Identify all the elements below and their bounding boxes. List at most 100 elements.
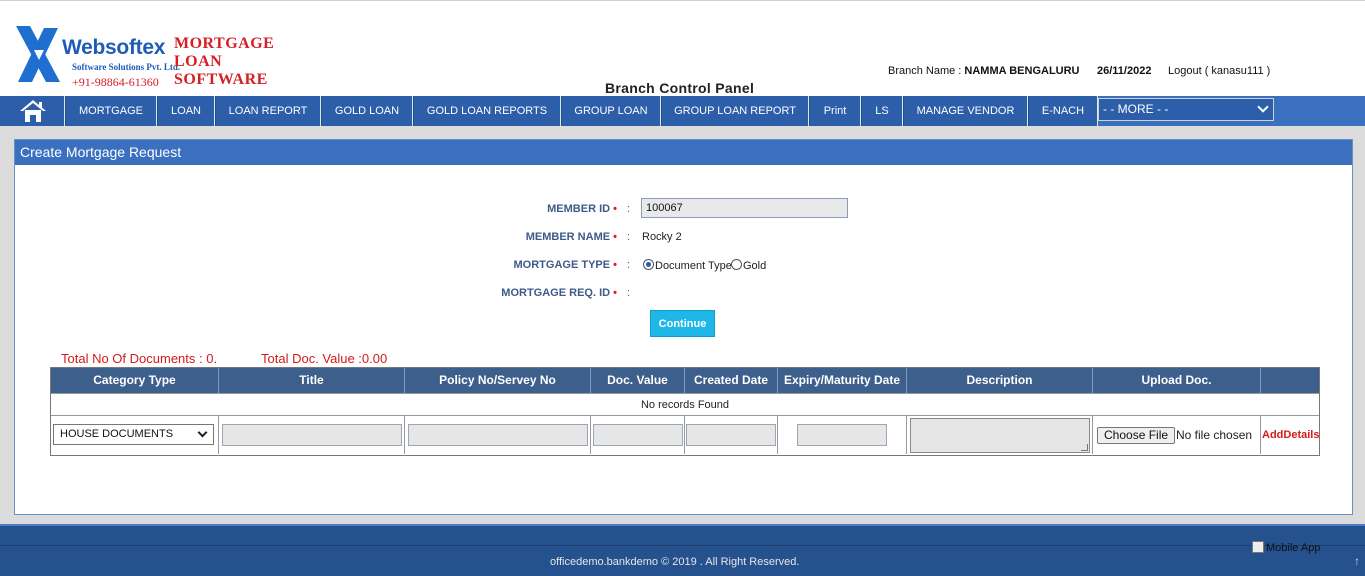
current-date: 26/11/2022	[1097, 65, 1152, 77]
title-input[interactable]	[222, 424, 402, 446]
scroll-top-arrow-icon[interactable]: ↑	[1354, 554, 1365, 568]
logout-link[interactable]: Logout ( kanasu111 )	[1168, 65, 1270, 77]
expiry-date-input[interactable]	[797, 424, 887, 446]
required-mark: •	[613, 259, 617, 271]
document-type-radio[interactable]	[643, 259, 654, 270]
column-header: Created Date	[685, 368, 778, 393]
mortgage-req-id-label: MORTGAGE REQ. ID •	[417, 287, 617, 299]
required-mark: •	[613, 287, 617, 299]
gold-label: Gold	[743, 260, 767, 272]
member-id-label-text: MEMBER ID	[547, 203, 611, 215]
column-header: Doc. Value	[591, 368, 685, 393]
branch-label: Branch Name :	[888, 65, 965, 77]
gold-radio[interactable]	[731, 259, 742, 270]
panel-title: Create Mortgage Request	[15, 140, 1352, 165]
required-mark: •	[613, 231, 617, 243]
websoftex-logo-icon	[16, 26, 60, 82]
product-line: SOFTWARE	[174, 71, 268, 88]
colon: :	[627, 231, 631, 243]
column-header	[1261, 368, 1319, 393]
doc-value-input[interactable]	[593, 424, 683, 446]
branch-info: Branch Name : NAMMA BENGALURU	[888, 65, 1080, 77]
table-header: Category Type Title Policy No/Servey No …	[51, 368, 1319, 393]
product-name: MORTGAGE LOAN SOFTWARE	[174, 35, 274, 89]
page-title: Branch Control Panel	[605, 80, 755, 96]
mortgage-type-label: MORTGAGE TYPE •	[417, 259, 617, 271]
column-header: Category Type	[51, 368, 219, 393]
product-line: MORTGAGE	[174, 35, 275, 52]
nav-gold-loan-reports[interactable]: GOLD LOAN REPORTS	[413, 96, 561, 126]
brand-tagline: Software Solutions Pvt. Ltd.	[72, 62, 181, 72]
nav-ls[interactable]: LS	[861, 96, 903, 126]
chevron-down-icon	[1257, 101, 1269, 113]
continue-button[interactable]: Continue	[650, 310, 715, 337]
nav-e-nach[interactable]: E-NACH	[1028, 96, 1098, 126]
total-documents: Total No Of Documents : 0.	[61, 351, 218, 366]
title-cell	[219, 416, 405, 454]
created-date-cell	[685, 416, 778, 454]
expiry-date-cell	[778, 416, 907, 454]
nav-group-loan[interactable]: GROUP LOAN	[561, 96, 661, 126]
copyright-text: officedemo.bankdemo © 2019 . All Right R…	[550, 556, 800, 568]
column-header: Expiry/Maturity Date	[778, 368, 907, 393]
add-details-link[interactable]: AddDetails	[1262, 429, 1319, 441]
documents-table: Category Type Title Policy No/Servey No …	[50, 367, 1320, 456]
header: Websoftex Software Solutions Pvt. Ltd. +…	[0, 0, 1365, 96]
column-header: Description	[907, 368, 1093, 393]
broken-image-icon	[1252, 541, 1264, 553]
main-nav: MORTGAGE LOAN LOAN REPORT GOLD LOAN GOLD…	[0, 96, 1365, 126]
colon: :	[627, 287, 631, 299]
nav-manage-vendor[interactable]: MANAGE VENDOR	[903, 96, 1028, 126]
description-textarea[interactable]	[910, 418, 1090, 453]
mobile-app-label: Mobile App	[1266, 542, 1321, 554]
category-cell: HOUSE DOCUMENTS	[51, 416, 219, 454]
more-menu-label: - - MORE - -	[1103, 102, 1169, 116]
member-name-value: Rocky 2	[642, 231, 682, 243]
product-line: LOAN	[174, 53, 223, 70]
footer-divider	[0, 545, 1365, 546]
nav-mortgage[interactable]: MORTGAGE	[65, 96, 157, 126]
nav-loan-report[interactable]: LOAN REPORT	[215, 96, 321, 126]
choose-file-button[interactable]: Choose File	[1097, 427, 1176, 444]
branch-value: NAMMA BENGALURU	[964, 65, 1080, 77]
home-icon	[20, 100, 46, 122]
mortgage-req-id-label-text: MORTGAGE REQ. ID	[501, 287, 611, 299]
nav-loan[interactable]: LOAN	[157, 96, 215, 126]
resize-grip-icon[interactable]	[1081, 444, 1088, 451]
required-mark: •	[613, 203, 617, 215]
no-file-chosen-text: No file chosen	[1176, 428, 1253, 442]
column-header: Title	[219, 368, 405, 393]
total-doc-value: Total Doc. Value :0.00	[261, 351, 388, 366]
upload-cell: Choose File No file chosen	[1093, 416, 1261, 454]
action-cell: AddDetails	[1261, 416, 1319, 454]
colon: :	[627, 203, 631, 215]
member-name-label-text: MEMBER NAME	[525, 231, 611, 243]
brand-phone: +91-98864-61360	[72, 75, 159, 89]
logo[interactable]: Websoftex Software Solutions Pvt. Ltd. +…	[0, 10, 458, 89]
no-records-row: No records Found	[51, 393, 1319, 415]
chevron-down-icon	[197, 427, 208, 438]
brand-name: Websoftex	[62, 36, 166, 59]
home-button[interactable]	[0, 96, 65, 126]
column-header: Policy No/Servey No	[405, 368, 591, 393]
category-selected-value: HOUSE DOCUMENTS	[60, 428, 174, 440]
mortgage-type-label-text: MORTGAGE TYPE	[513, 259, 611, 271]
created-date-input[interactable]	[686, 424, 776, 446]
policy-no-input[interactable]	[408, 424, 588, 446]
column-header: Upload Doc.	[1093, 368, 1261, 393]
category-type-select[interactable]: HOUSE DOCUMENTS	[53, 424, 214, 445]
doc-value-cell	[591, 416, 685, 454]
member-id-input[interactable]	[641, 198, 848, 218]
nav-group-loan-report[interactable]: GROUP LOAN REPORT	[661, 96, 809, 126]
colon: :	[627, 259, 631, 271]
mobile-app-link[interactable]: Mobile App	[1252, 541, 1320, 554]
create-mortgage-panel: Create Mortgage Request MEMBER ID • : ME…	[14, 139, 1353, 515]
footer: officedemo.bankdemo © 2019 . All Right R…	[0, 524, 1365, 576]
table-row: HOUSE DOCUMENTS Choose File No file chos…	[51, 415, 1319, 455]
nav-print[interactable]: Print	[809, 96, 861, 126]
document-type-label: Document Type	[655, 260, 732, 272]
more-menu-select[interactable]: - - MORE - -	[1098, 98, 1274, 121]
policy-cell	[405, 416, 591, 454]
nav-gold-loan[interactable]: GOLD LOAN	[321, 96, 413, 126]
page: Websoftex Software Solutions Pvt. Ltd. +…	[0, 0, 1365, 576]
